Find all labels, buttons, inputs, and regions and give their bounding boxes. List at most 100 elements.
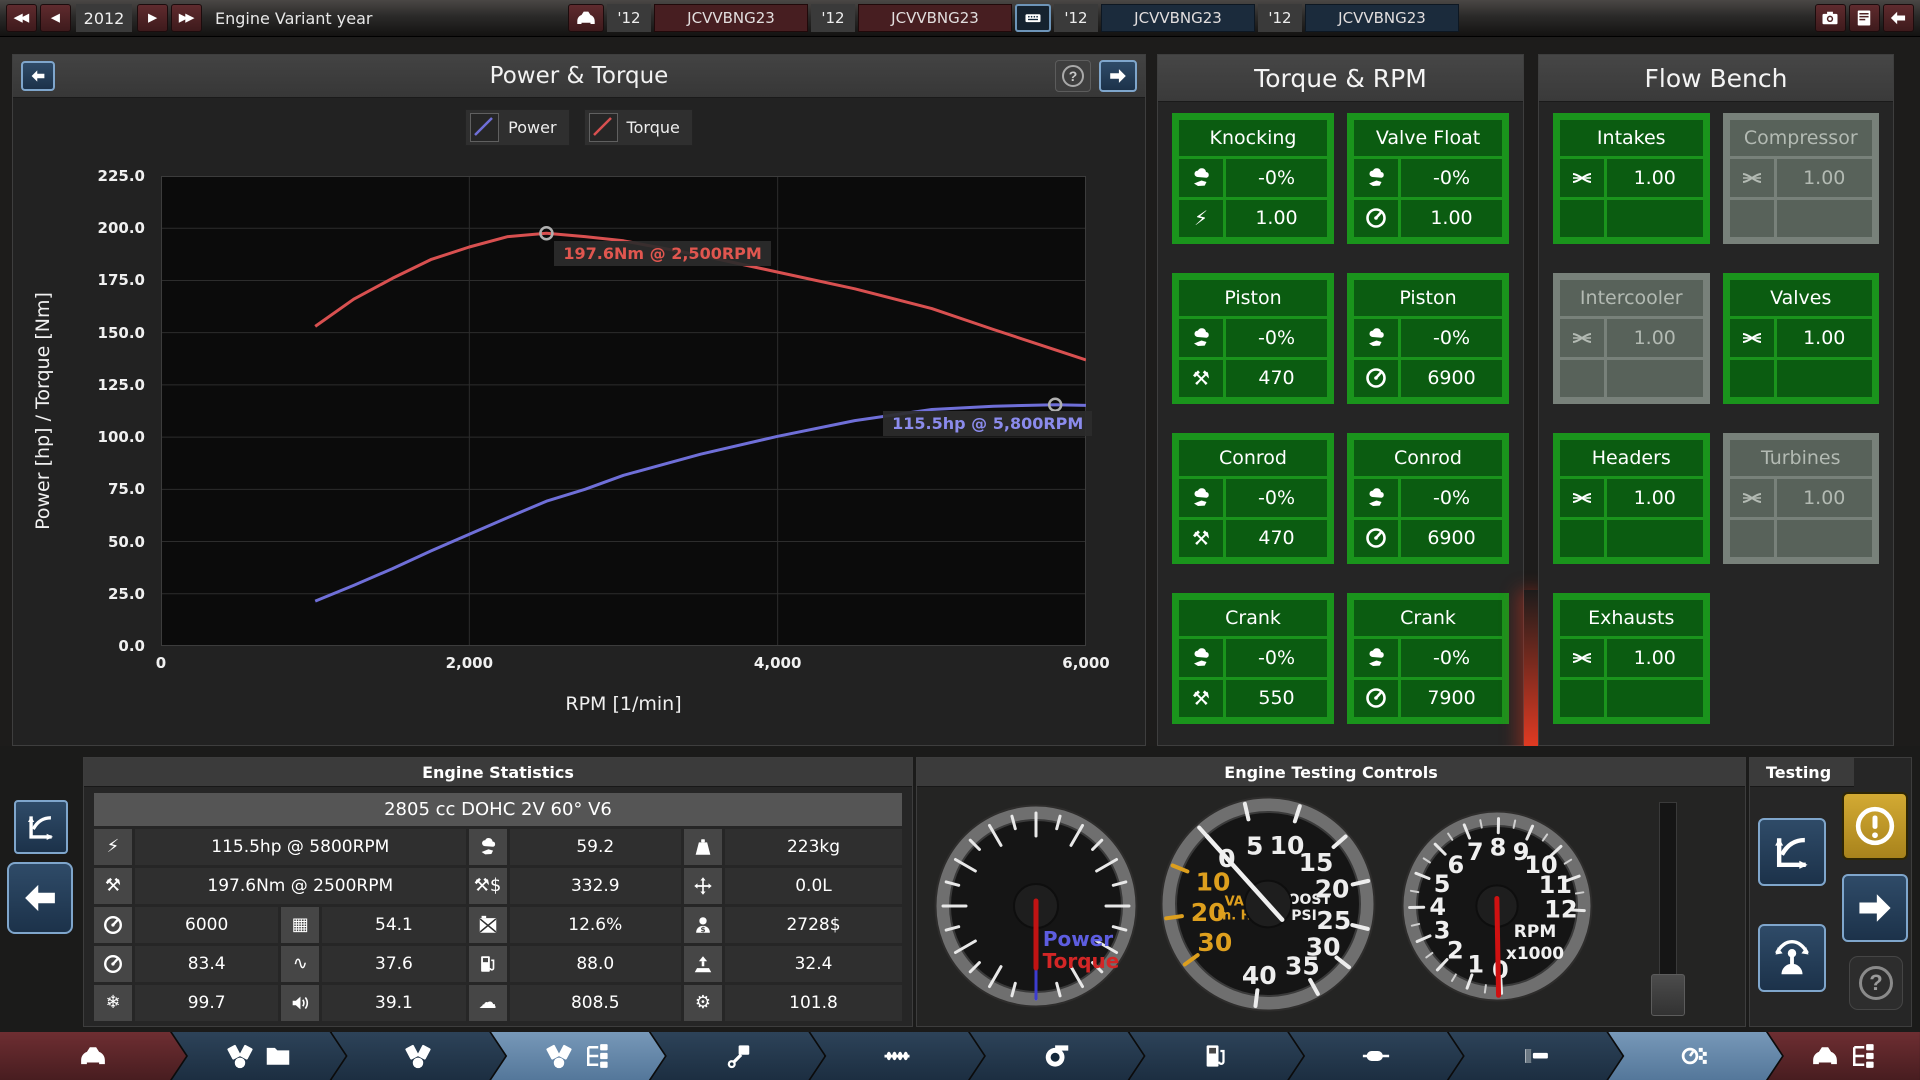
project-tab[interactable]: JCVVBNG23 [858, 4, 1012, 32]
big-left-arrow-icon [19, 877, 61, 919]
stat-value: 12.6% [509, 907, 681, 943]
toolbar-tab-exhaust[interactable] [1289, 1032, 1463, 1080]
status-box-turbines[interactable]: Turbines 1.00 [1722, 433, 1879, 564]
engine-tab-icon-button[interactable] [1015, 4, 1051, 32]
y-axis-ticks: 225.0 200.0 175.0 150.0 125.0 100.0 75.0 50.0 25… [71, 167, 153, 655]
toolbar-tab-bottom-end[interactable] [651, 1032, 825, 1080]
toolbar-tab-fuel-system[interactable] [1130, 1032, 1304, 1080]
throttle-cell [1179, 479, 1223, 517]
status-box-value: 1.00 [1607, 159, 1703, 197]
status-box-title: Intakes [1560, 120, 1703, 156]
x-axis-ticks: 0 2,000 4,000 6,000 [156, 654, 1110, 678]
legend-item-torque: Torque [583, 109, 693, 146]
car-tab-icon-button[interactable] [568, 4, 604, 32]
toolbar-tab-engine-testing[interactable] [491, 1032, 665, 1080]
toolbar-tab-engine-variant[interactable] [332, 1032, 506, 1080]
throttle-slider-handle[interactable] [1651, 974, 1685, 1016]
empty-cell [1729, 519, 1774, 557]
status-box-value: 1.00 [1226, 199, 1327, 237]
graph-view-button[interactable] [14, 800, 68, 854]
previous-screen-button[interactable] [7, 862, 73, 934]
empty-cell [1560, 359, 1604, 397]
status-box-value: -0% [1226, 479, 1327, 517]
status-box-conrod: Conrod -0% ⚒ 470 [1172, 433, 1334, 564]
empty-cell [1560, 199, 1604, 237]
toolbar-tab-dyno-testing[interactable] [1608, 1032, 1782, 1080]
y-tick-label: 200.0 [97, 219, 145, 238]
toolbar-tab-top-end[interactable] [810, 1032, 984, 1080]
enginetop-icon [1023, 6, 1043, 30]
status-box-row [1729, 199, 1872, 237]
dial-icon [102, 953, 124, 975]
status-box-row: 1.00 [1729, 479, 1872, 517]
back-button[interactable] [1883, 4, 1914, 32]
block-icon: ▦ [291, 914, 309, 935]
toolbar-tab-finish[interactable] [1449, 1032, 1623, 1080]
flow-icon [1570, 166, 1594, 190]
block-stat-icon-cell: ▦ [281, 907, 320, 943]
flow-icon [1740, 326, 1764, 350]
testing-help-button[interactable]: ? [1849, 956, 1903, 1010]
flow-cell [1560, 159, 1604, 197]
project-tab[interactable]: JCVVBNG23 [654, 4, 808, 32]
screenshot-button[interactable] [1815, 4, 1846, 32]
status-box-title: Turbines [1729, 440, 1872, 476]
svg-text:RPM: RPM [1514, 922, 1556, 942]
help-question-icon: ? [1859, 966, 1893, 1000]
status-box-compressor[interactable]: Compressor 1.00 [1722, 113, 1879, 244]
dyno-curve-button[interactable] [1758, 818, 1826, 886]
status-box-valves[interactable]: Valves 1.00 [1722, 273, 1879, 404]
project-tab[interactable]: JCVVBNG23 [1101, 4, 1255, 32]
chart-help-button[interactable]: ? [1055, 60, 1091, 92]
svg-text:x1000: x1000 [1506, 944, 1564, 964]
status-box-value: 1.00 [1401, 199, 1502, 237]
status-box-title: Headers [1560, 440, 1703, 476]
torque-rpm-boxes: Knocking -0% ⚡ 1.00 Valve Float -0% 1.00 Piston… [1172, 113, 1509, 724]
power-torque-gauge: Power Torque [926, 796, 1146, 1020]
press-icon [692, 953, 714, 975]
status-box-intercooler[interactable]: Intercooler 1.00 [1553, 273, 1710, 404]
svg-text:8: 8 [1490, 834, 1507, 862]
y-tick-label: 25.0 [107, 584, 145, 603]
status-box-value: 1.00 [1776, 159, 1872, 197]
wrench-cell: ⚒ [1179, 519, 1223, 557]
dial-cell [1354, 199, 1398, 237]
dial-stat-icon-cell [94, 907, 132, 943]
previous-year-button[interactable]: ◀ [40, 4, 71, 32]
dial-icon [1364, 366, 1388, 390]
toolbar-tab-aspiration[interactable] [970, 1032, 1144, 1080]
warning-icon [1852, 803, 1898, 849]
project-tab[interactable]: JCVVBNG23 [1305, 4, 1459, 32]
status-box-value: 470 [1226, 359, 1327, 397]
y-tick-label: 75.0 [107, 480, 145, 499]
toolbar-tab-car-design[interactable] [0, 1032, 186, 1080]
speaker-icon [289, 992, 311, 1014]
snowflake-icon: ❄ [105, 992, 121, 1013]
status-box-conrod: Conrod -0% 6900 [1347, 433, 1509, 564]
throttle-slider-track[interactable] [1659, 802, 1677, 982]
peak-annotation: 197.6Nm @ 2,500RPM [554, 241, 771, 267]
left-arrow-icon [29, 66, 47, 86]
status-box-row: 1.00 [1560, 479, 1703, 517]
tab-year-label: '12 [1054, 4, 1098, 32]
x-tick-label: 6,000 [1062, 654, 1110, 672]
status-box-headers[interactable]: Headers 1.00 [1553, 433, 1710, 564]
status-box-exhausts[interactable]: Exhausts 1.00 [1553, 593, 1710, 724]
chart-next-button[interactable] [1099, 60, 1137, 92]
toolbar-tab-car-testing[interactable] [1767, 1032, 1920, 1080]
next-year-button[interactable]: ▶ [137, 4, 168, 32]
engine-statistics-header: Engine Statistics [84, 758, 912, 787]
report-button[interactable] [1849, 4, 1880, 32]
chart-back-button[interactable] [21, 61, 55, 91]
throttle-cell [1354, 319, 1398, 357]
next-step-button[interactable] [1842, 874, 1908, 942]
last-year-button[interactable]: ▶▶ [171, 4, 202, 32]
status-box-intakes[interactable]: Intakes 1.00 [1553, 113, 1710, 244]
pump-icon [1201, 1041, 1231, 1071]
manual-control-button[interactable] [1758, 924, 1826, 992]
first-year-button[interactable]: ◀◀ [6, 4, 37, 32]
throttle-cell [1354, 639, 1398, 677]
redline-glow [1524, 590, 1538, 746]
run-test-button[interactable] [1842, 792, 1908, 860]
toolbar-tab-engine-family[interactable] [172, 1032, 346, 1080]
